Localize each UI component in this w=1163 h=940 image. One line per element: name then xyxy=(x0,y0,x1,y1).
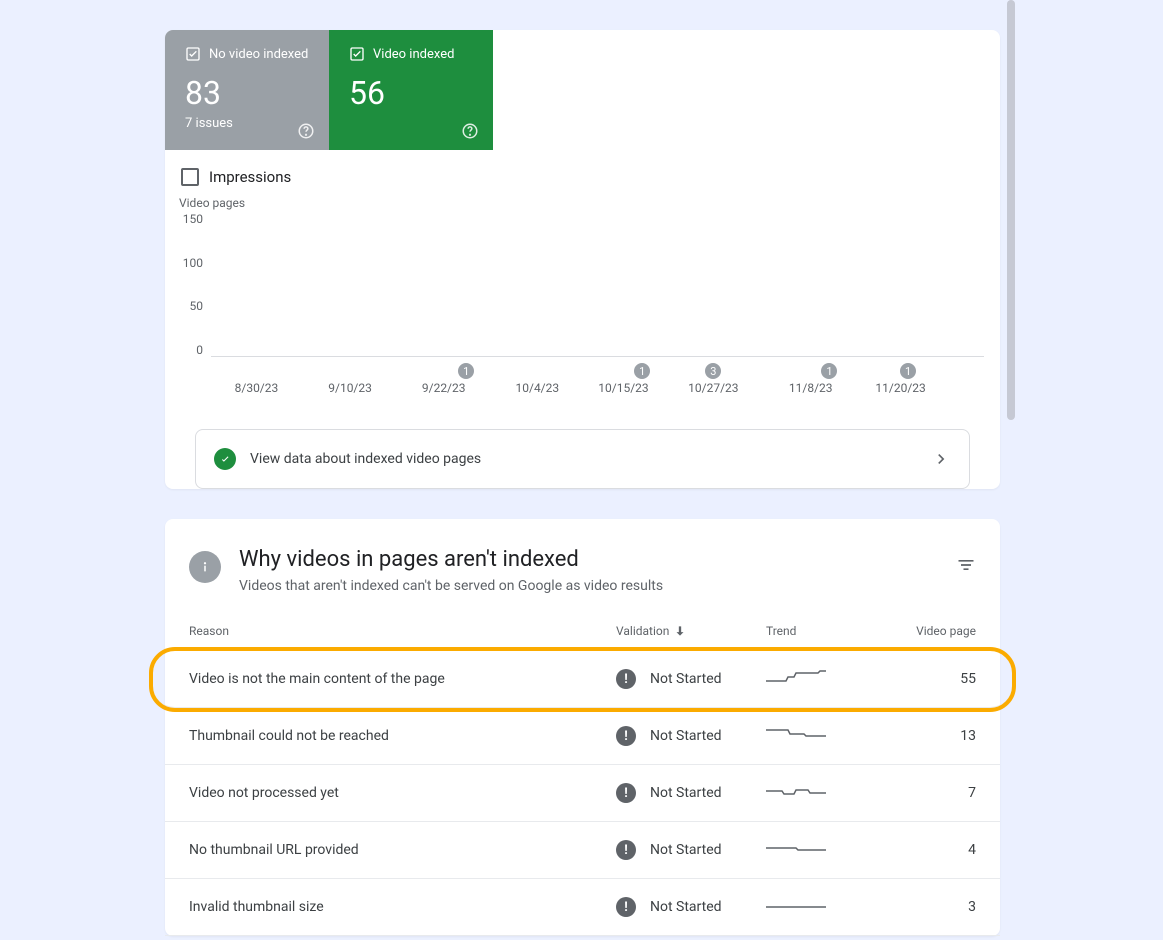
issue-page-count: 3 xyxy=(896,899,976,915)
chart-ylabel: Video pages xyxy=(179,196,984,210)
view-data-label: View data about indexed video pages xyxy=(250,451,917,467)
table-row[interactable]: Thumbnail could not be reached!Not Start… xyxy=(165,708,1000,765)
issue-page-count: 13 xyxy=(896,728,976,744)
tile-sub: 7 issues xyxy=(185,116,309,131)
issue-trend xyxy=(766,667,896,691)
chart-markers: 1 1 3 1 1 xyxy=(219,357,968,377)
exclamation-icon: ! xyxy=(616,726,636,746)
sparkline-icon xyxy=(766,781,826,801)
chart-area: Video pages 150100500 1 1 3 1 1 8/30/239/10/… xyxy=(165,196,1000,409)
impressions-toggle[interactable]: Impressions xyxy=(165,150,1000,196)
video-indexing-summary-card: No video indexed 83 7 issues Video index… xyxy=(165,30,1000,489)
table-row[interactable]: No thumbnail URL provided!Not Started 4 xyxy=(165,822,1000,879)
issues-table: Reason Validation Trend Video page Video… xyxy=(165,624,1000,936)
issue-trend xyxy=(766,895,896,919)
issue-validation: !Not Started xyxy=(616,783,766,803)
issue-validation: !Not Started xyxy=(616,840,766,860)
issues-card: Why videos in pages aren't indexed Video… xyxy=(165,519,1000,936)
table-row[interactable]: Video is not the main content of the pag… xyxy=(153,651,1012,708)
sort-arrow-down-icon xyxy=(673,624,687,638)
issue-reason: Invalid thumbnail size xyxy=(189,899,616,915)
issues-subtitle: Videos that aren't indexed can't be serv… xyxy=(239,578,663,594)
col-reason[interactable]: Reason xyxy=(189,624,616,638)
col-pages[interactable]: Video page xyxy=(896,624,976,638)
issue-page-count: 4 xyxy=(896,842,976,858)
chart-yaxis: 150100500 xyxy=(181,212,211,357)
issue-trend xyxy=(766,724,896,748)
checkbox-checked-icon xyxy=(349,46,365,62)
scrollbar-thumb[interactable] xyxy=(1007,0,1015,420)
chart-xaxis: 8/30/239/10/239/22/2310/4/2310/15/2310/2… xyxy=(219,381,968,401)
checkbox-checked-icon xyxy=(185,46,201,62)
issue-validation: !Not Started xyxy=(616,726,766,746)
col-trend[interactable]: Trend xyxy=(766,624,896,638)
tile-label: Video indexed xyxy=(373,47,454,62)
issue-reason: Video is not the main content of the pag… xyxy=(189,671,616,687)
chart-bars xyxy=(211,212,984,356)
issue-trend xyxy=(766,781,896,805)
chart-event-marker[interactable]: 1 xyxy=(821,363,837,379)
tile-video-indexed[interactable]: Video indexed 56 xyxy=(329,30,493,150)
scrollbar[interactable] xyxy=(1007,0,1015,940)
issue-page-count: 55 xyxy=(896,671,976,687)
issue-reason: No thumbnail URL provided xyxy=(189,842,616,858)
chart-event-marker[interactable]: 1 xyxy=(634,363,650,379)
issue-validation: !Not Started xyxy=(616,897,766,917)
issue-trend xyxy=(766,838,896,862)
sparkline-icon xyxy=(766,895,826,915)
view-indexed-data-link[interactable]: View data about indexed video pages xyxy=(195,429,970,489)
tile-count: 83 xyxy=(185,74,309,112)
exclamation-icon: ! xyxy=(616,783,636,803)
issue-reason: Video not processed yet xyxy=(189,785,616,801)
sparkline-icon xyxy=(766,667,826,687)
sparkline-icon xyxy=(766,724,826,744)
help-icon[interactable] xyxy=(297,122,315,140)
filter-icon[interactable] xyxy=(956,555,976,575)
check-circle-icon xyxy=(214,448,236,470)
sparkline-icon xyxy=(766,838,826,858)
tile-label: No video indexed xyxy=(209,47,308,62)
tile-no-video-indexed[interactable]: No video indexed 83 7 issues xyxy=(165,30,329,150)
tile-count: 56 xyxy=(349,74,473,112)
impressions-label: Impressions xyxy=(209,168,291,186)
issues-title: Why videos in pages aren't indexed xyxy=(239,547,663,572)
help-icon[interactable] xyxy=(461,122,479,140)
exclamation-icon: ! xyxy=(616,897,636,917)
table-header: Reason Validation Trend Video page xyxy=(165,624,1000,651)
chart-event-marker[interactable]: 3 xyxy=(705,363,721,379)
issue-page-count: 7 xyxy=(896,785,976,801)
table-row[interactable]: Video not processed yet!Not Started 7 xyxy=(165,765,1000,822)
exclamation-icon: ! xyxy=(616,669,636,689)
chevron-right-icon xyxy=(931,449,951,469)
chart-event-marker[interactable]: 1 xyxy=(458,363,474,379)
table-row[interactable]: Invalid thumbnail size!Not Started 3 xyxy=(165,879,1000,936)
chart-event-marker[interactable]: 1 xyxy=(900,363,916,379)
issue-reason: Thumbnail could not be reached xyxy=(189,728,616,744)
col-validation[interactable]: Validation xyxy=(616,624,766,638)
status-tiles: No video indexed 83 7 issues Video index… xyxy=(165,30,1000,150)
info-icon xyxy=(189,551,221,583)
checkbox-unchecked-icon[interactable] xyxy=(181,168,199,186)
exclamation-icon: ! xyxy=(616,840,636,860)
issue-validation: !Not Started xyxy=(616,669,766,689)
